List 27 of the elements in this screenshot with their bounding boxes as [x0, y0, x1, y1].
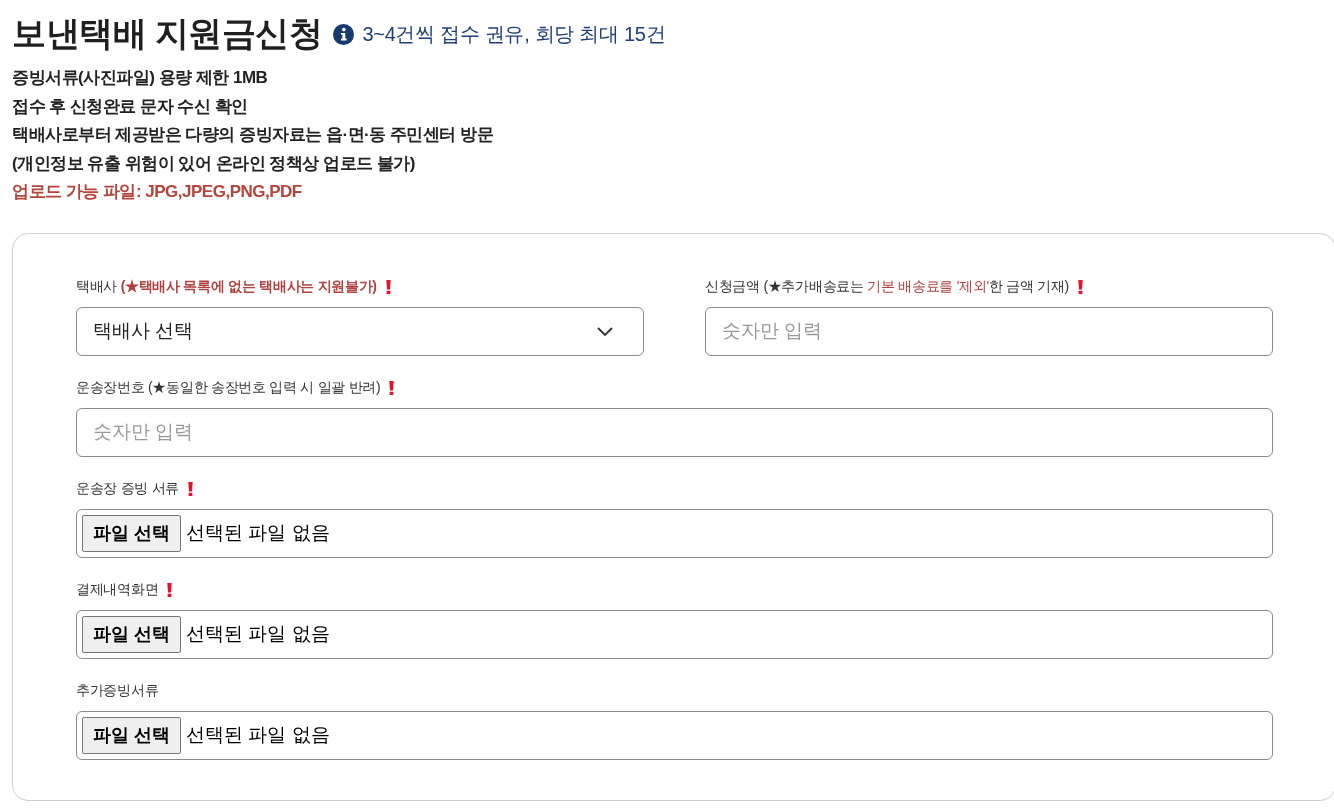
field-label: 택배사 (★택배사 목록에 없는 택배사는 지원불가): [76, 277, 377, 296]
text-input[interactable]: 숫자만 입력: [705, 306, 1273, 356]
notice-text: 접수 후 신청완료 문자 수신 확인: [12, 95, 248, 118]
notice-text: 택배사로부터 제공받은 다량의 증빙자료는 읍·면·동 주민센터 방문: [12, 124, 494, 146]
file-input[interactable]: 파일 선택 선택된 파일 없음: [76, 710, 1273, 760]
file-status-text: 선택된 파일 없음: [186, 521, 330, 545]
info-icon: [333, 23, 355, 45]
field-label: 운송장 증빙 서류: [76, 479, 180, 498]
file-input[interactable]: 파일 선택 선택된 파일 없음: [76, 508, 1273, 558]
choose-file-button[interactable]: 파일 선택: [82, 716, 181, 754]
page-title: 보낸택배 지원금신청: [12, 13, 323, 54]
chevron-down-icon: [597, 326, 613, 336]
notice-text: (개인정보 유출 위험이 있어 온라인 정책상 업로드 불가): [12, 152, 415, 175]
text-input[interactable]: 숫자만 입력: [76, 407, 1273, 457]
choose-file-button[interactable]: 파일 선택: [82, 615, 181, 653]
info-note: 3~4건씩 접수 권유, 회당 최대 15건: [362, 21, 666, 47]
carrier-select[interactable]: 택배사 선택: [76, 306, 644, 356]
file-input[interactable]: 파일 선택 선택된 파일 없음: [76, 609, 1273, 659]
field-label: 결제내역화면: [76, 580, 159, 599]
field-label: 신청금액 (★추가배송료는 기본 배송료를 '제외'한 금액 기재): [705, 277, 1069, 296]
file-status-text: 선택된 파일 없음: [186, 723, 330, 747]
field-label: 추가증빙서류: [76, 681, 159, 700]
field-label: 운송장번호 (★동일한 송장번호 입력 시 일괄 반려): [76, 378, 381, 397]
choose-file-button[interactable]: 파일 선택: [82, 514, 181, 552]
notice-text: 업로드 가능 파일: JPG,JPEG,PNG,PDF: [12, 181, 302, 203]
notice-text: 증빙서류(사진파일) 용량 제한 1MB: [12, 67, 268, 89]
file-status-text: 선택된 파일 없음: [186, 622, 330, 646]
